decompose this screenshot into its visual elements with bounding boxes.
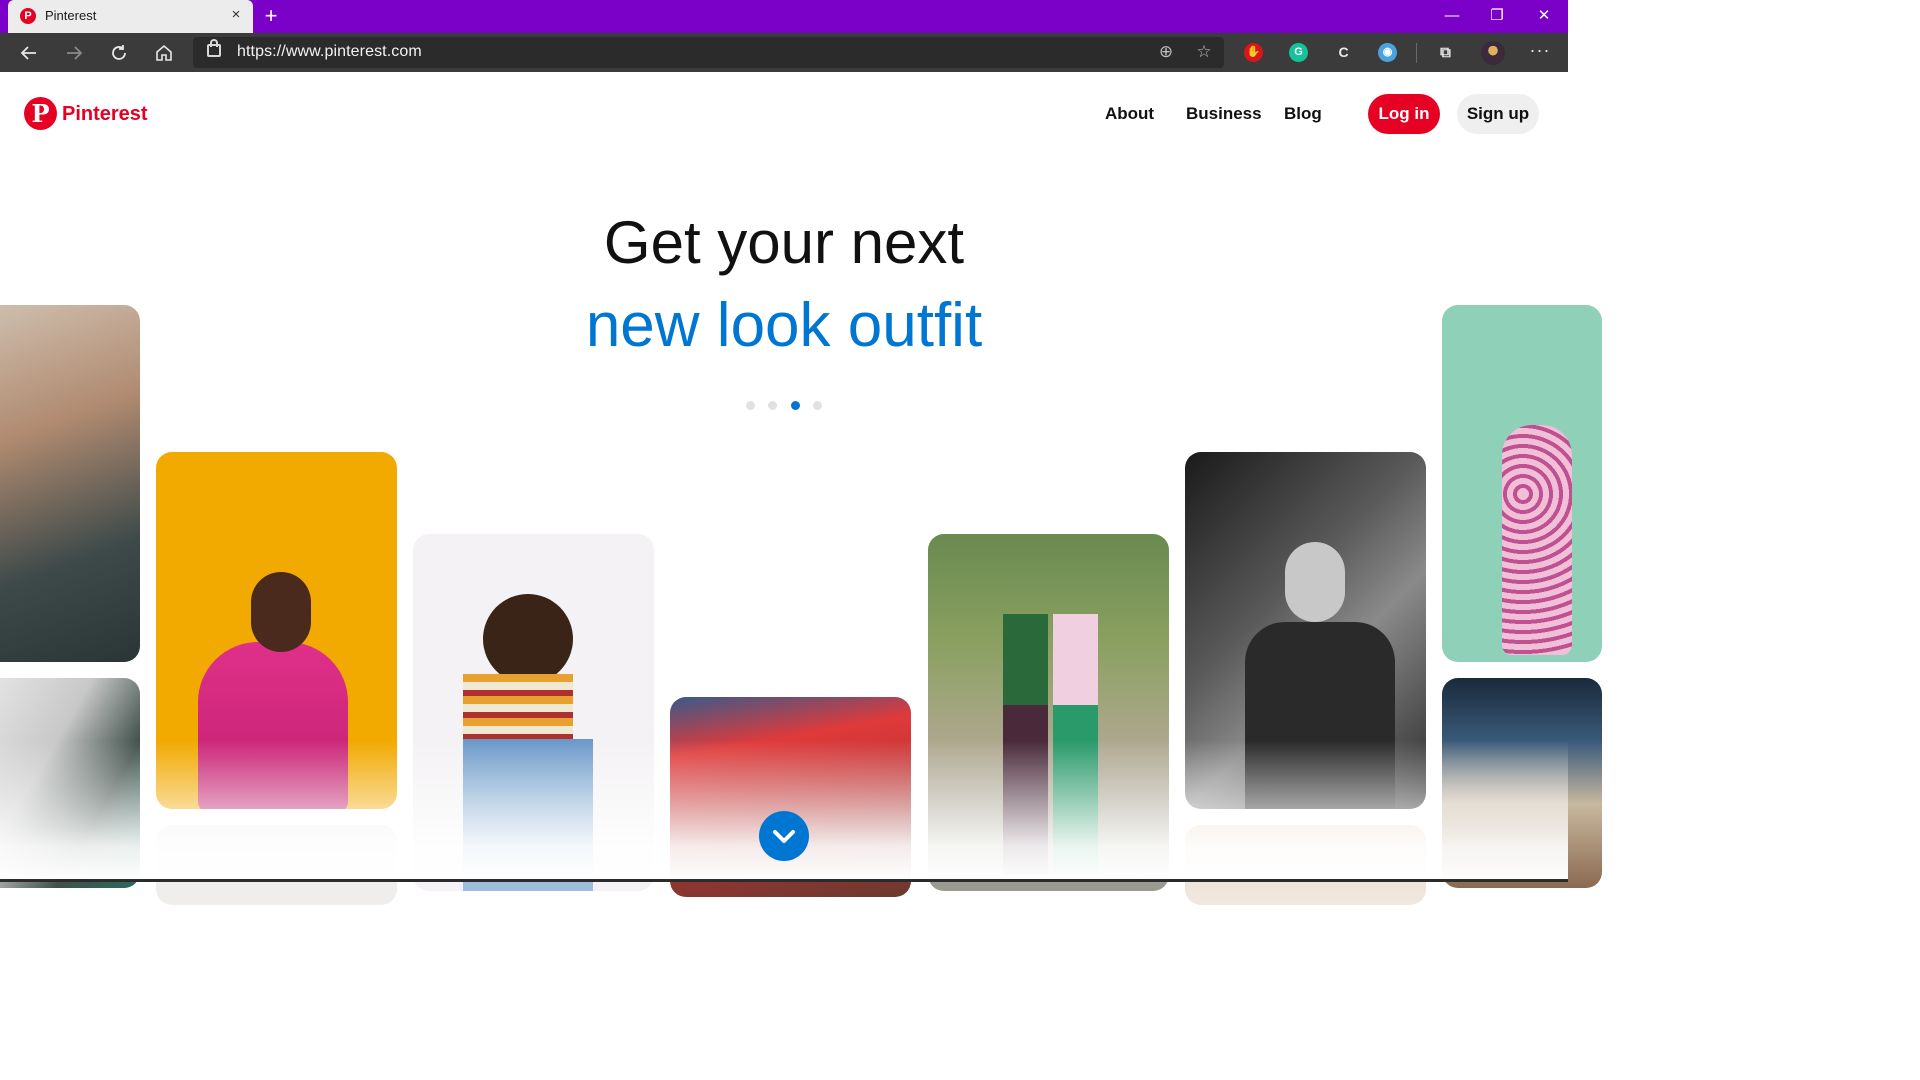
chevron-down-icon	[773, 830, 795, 843]
scroll-down-button[interactable]	[759, 811, 809, 861]
lock-icon	[207, 39, 221, 57]
carousel-dot[interactable]	[768, 401, 777, 410]
pin-image-man-pink-sweater[interactable]	[156, 452, 397, 809]
restore-icon[interactable]: ❐	[1477, 4, 1517, 28]
carousel-dot[interactable]	[813, 401, 822, 410]
url-text[interactable]: https://www.pinterest.com	[237, 43, 422, 61]
signup-button[interactable]: Sign up	[1457, 94, 1539, 134]
browser-tab[interactable]: P Pinterest ×	[8, 0, 253, 33]
extension-red-icon[interactable]: ✋	[1244, 43, 1263, 62]
favorites-icon[interactable]: ☆	[1192, 40, 1216, 64]
pin-image-red-fabric[interactable]	[670, 697, 911, 897]
browser-toolbar: https://www.pinterest.com ⊕ ☆ ✋ G C ◉ ⧉ …	[0, 33, 1568, 72]
pin-image-striped-sleeves[interactable]	[0, 678, 140, 888]
carousel-dot[interactable]	[746, 401, 755, 410]
home-icon[interactable]	[149, 39, 179, 66]
refresh-icon[interactable]	[104, 39, 134, 66]
close-window-icon[interactable]: ✕	[1524, 4, 1564, 28]
tab-title: Pinterest	[45, 8, 97, 23]
pin-image-woman-striped-tee[interactable]	[413, 534, 654, 891]
back-icon[interactable]	[14, 39, 44, 66]
extension-search-icon[interactable]: ◉	[1378, 43, 1397, 62]
minimize-icon[interactable]: —	[1432, 4, 1472, 28]
nav-business-link[interactable]: Business	[1186, 104, 1262, 124]
browser-title-bar: P Pinterest × + — ❐ ✕	[0, 0, 1568, 33]
logo-text: Pinterest	[62, 103, 148, 125]
profile-avatar[interactable]	[1481, 41, 1505, 65]
extension-c-icon[interactable]: C	[1334, 43, 1353, 62]
hero-headline: Get your next	[603, 209, 965, 276]
login-button[interactable]: Log in	[1368, 94, 1440, 134]
more-icon[interactable]: ···	[1526, 39, 1554, 66]
pin-image[interactable]	[1185, 825, 1426, 905]
forward-icon[interactable]	[59, 39, 89, 66]
collections-icon[interactable]: ⧉	[1436, 43, 1455, 62]
grammarly-icon[interactable]: G	[1289, 43, 1308, 62]
pin-image-patterned-fabrics[interactable]	[1442, 678, 1602, 888]
pin-image-street-style[interactable]	[928, 534, 1169, 891]
pinterest-logo-icon: P	[24, 97, 57, 130]
nav-blog-link[interactable]: Blog	[1284, 104, 1322, 124]
add-icon[interactable]: ⊕	[1154, 40, 1178, 64]
pinterest-favicon-icon: P	[20, 8, 36, 24]
pin-image-woman-plaid-coat[interactable]	[0, 305, 140, 662]
pin-image-floral-dress[interactable]	[1442, 305, 1602, 662]
tab-close-icon[interactable]: ×	[227, 6, 245, 24]
carousel-dot-active[interactable]	[791, 401, 800, 410]
pin-image-man-black-white[interactable]	[1185, 452, 1426, 809]
pin-image[interactable]	[156, 825, 397, 905]
toolbar-divider	[1416, 43, 1417, 63]
new-tab-button[interactable]: +	[258, 4, 284, 28]
address-bar[interactable]: https://www.pinterest.com ⊕ ☆	[193, 37, 1224, 68]
window-bottom-edge	[0, 879, 1568, 882]
nav-about-link[interactable]: About	[1105, 104, 1154, 124]
hero-subheadline: new look outfit	[585, 291, 983, 360]
